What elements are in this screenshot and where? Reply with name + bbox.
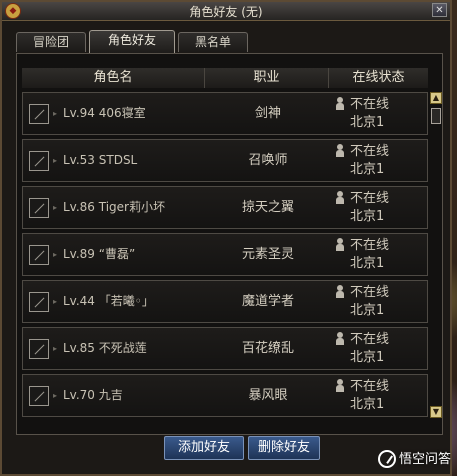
row-select-checkbox[interactable]: [29, 245, 49, 265]
expand-arrow-icon: ▸: [53, 391, 58, 400]
character-name: Lv.94 406寝室: [63, 106, 146, 120]
expand-arrow-icon: ▸: [53, 109, 58, 118]
delete-friend-button[interactable]: 删除好友: [248, 436, 320, 460]
title-bar[interactable]: ◆ 角色好友 (无) ✕: [2, 2, 450, 21]
scroll-down-icon[interactable]: ▼: [430, 406, 442, 418]
friends-window: ◆ 角色好友 (无) ✕ 冒险团 角色好友 黑名单 角色名 职业 在线状态 ▸ L…: [0, 0, 452, 476]
scroll-up-icon[interactable]: ▲: [430, 92, 442, 104]
status-text: 不在线: [350, 285, 390, 300]
person-icon: [335, 191, 345, 205]
expand-arrow-icon: ▸: [53, 297, 58, 306]
character-job: 剑神: [254, 106, 281, 121]
tab-character-friends[interactable]: 角色好友: [89, 30, 175, 53]
character-name: Lv.89 “曹磊”: [63, 247, 136, 261]
table-row[interactable]: ▸ Lv.70 九吉 暴风眼 不在线北京1: [22, 374, 428, 417]
person-icon: [335, 97, 345, 111]
server-location: 北京1: [350, 115, 385, 130]
close-button[interactable]: ✕: [432, 3, 447, 17]
scroll-thumb[interactable]: [431, 108, 441, 124]
character-name: Lv.70 九吉: [63, 388, 123, 402]
person-icon: [335, 144, 345, 158]
row-select-checkbox[interactable]: [29, 386, 49, 406]
character-job: 召唤师: [248, 153, 288, 168]
person-icon: [335, 285, 345, 299]
status-text: 不在线: [350, 191, 390, 206]
table-row[interactable]: ▸ Lv.89 “曹磊” 元素圣灵 不在线北京1: [22, 233, 428, 276]
character-job: 百花缭乱: [241, 341, 294, 356]
table-row[interactable]: ▸ Lv.86 Tiger莉小坏 掠天之翼 不在线北京1: [22, 186, 428, 229]
character-name: Lv.86 Tiger莉小坏: [63, 200, 165, 214]
tab-adventure-group[interactable]: 冒险团: [16, 32, 86, 52]
expand-arrow-icon: ▸: [53, 156, 58, 165]
expand-arrow-icon: ▸: [53, 250, 58, 259]
person-icon: [335, 379, 345, 393]
header-job[interactable]: 职业: [205, 68, 329, 88]
person-icon: [335, 238, 345, 252]
table-row[interactable]: ▸ Lv.94 406寝室 剑神 不在线北京1: [22, 92, 428, 135]
window-title: 角色好友 (无): [189, 5, 263, 19]
expand-arrow-icon: ▸: [53, 203, 58, 212]
row-select-checkbox[interactable]: [29, 339, 49, 359]
header-character-name[interactable]: 角色名: [22, 68, 205, 88]
character-name: Lv.53 STDSL: [63, 153, 138, 167]
server-location: 北京1: [350, 350, 385, 365]
header-online-status[interactable]: 在线状态: [329, 68, 428, 88]
server-location: 北京1: [350, 303, 385, 318]
server-location: 北京1: [350, 162, 385, 177]
status-text: 不在线: [350, 97, 390, 112]
character-job: 元素圣灵: [241, 247, 294, 262]
scrollbar[interactable]: ▲ ▼: [430, 92, 442, 418]
watermark: 悟空问答: [377, 448, 451, 468]
character-job: 暴风眼: [248, 388, 288, 403]
watermark-text: 悟空问答: [398, 451, 451, 467]
person-icon: [335, 332, 345, 346]
server-location: 北京1: [350, 397, 385, 412]
server-location: 北京1: [350, 256, 385, 271]
status-text: 不在线: [350, 332, 390, 347]
character-job: 魔道学者: [241, 294, 294, 309]
row-select-checkbox[interactable]: [29, 104, 49, 124]
character-name: Lv.85 不死战莲: [63, 341, 147, 355]
tab-blacklist[interactable]: 黑名单: [178, 32, 248, 52]
character-job: 掠天之翼: [241, 200, 294, 215]
table-header: 角色名 职业 在线状态: [22, 68, 428, 88]
server-location: 北京1: [350, 209, 385, 224]
row-select-checkbox[interactable]: [29, 292, 49, 312]
table-row[interactable]: ▸ Lv.53 STDSL 召唤师 不在线北京1: [22, 139, 428, 182]
expand-arrow-icon: ▸: [53, 344, 58, 353]
status-text: 不在线: [350, 379, 390, 394]
wukong-qa-logo-icon: [377, 450, 396, 468]
add-friend-button[interactable]: 添加好友: [164, 436, 244, 460]
row-select-checkbox[interactable]: [29, 198, 49, 218]
row-select-checkbox[interactable]: [29, 151, 49, 171]
table-row[interactable]: ▸ Lv.85 不死战莲 百花缭乱 不在线北京1: [22, 327, 428, 370]
character-name: Lv.44 「若曦◦」: [63, 294, 154, 308]
friends-list-panel: 角色名 职业 在线状态 ▸ Lv.94 406寝室 剑神 不在线 北京1 ▸ Lv.53 S…: [16, 53, 443, 435]
status-text: 不在线: [350, 144, 390, 159]
status-text: 不在线: [350, 238, 390, 253]
table-row[interactable]: ▸ Lv.44 「若曦◦」 魔道学者 不在线北京1: [22, 280, 428, 323]
